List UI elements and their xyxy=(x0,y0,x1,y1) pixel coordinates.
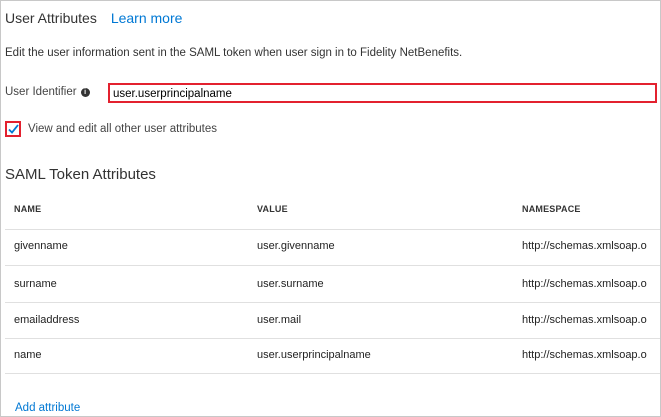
row-value: user.mail xyxy=(257,314,302,326)
row-name: name xyxy=(14,349,42,361)
add-attribute-link[interactable]: Add attribute xyxy=(15,402,80,414)
user-identifier-field[interactable] xyxy=(108,83,657,103)
checkmark-icon xyxy=(8,124,19,134)
section-title: User Attributes xyxy=(5,10,97,26)
description-text: Edit the user information sent in the SA… xyxy=(5,47,463,59)
row-name: emailaddress xyxy=(14,314,80,326)
learn-more-link[interactable]: Learn more xyxy=(111,10,183,26)
view-all-label: View and edit all other user attributes xyxy=(28,123,218,135)
row-name: surname xyxy=(14,278,57,290)
column-header-namespace: NAMESPACE xyxy=(522,204,581,214)
row-value: user.userprincipalname xyxy=(257,349,371,361)
row-name: givenname xyxy=(14,240,68,252)
user-attributes-panel: User Attributes Learn more Edit the user… xyxy=(0,0,661,417)
view-all-checkbox[interactable] xyxy=(5,121,21,137)
table-divider xyxy=(5,229,660,230)
row-namespace: http://schemas.xmlsoap.o xyxy=(522,240,647,252)
table-divider xyxy=(5,373,660,374)
row-namespace: http://schemas.xmlsoap.o xyxy=(522,278,647,290)
table-divider xyxy=(5,338,660,339)
header: User Attributes Learn more xyxy=(5,9,182,27)
row-value: user.surname xyxy=(257,278,324,290)
column-header-value: VALUE xyxy=(257,204,288,214)
table-divider xyxy=(5,265,660,266)
user-identifier-label: User Identifier i xyxy=(5,86,90,98)
user-identifier-input[interactable] xyxy=(113,87,653,100)
row-namespace: http://schemas.xmlsoap.o xyxy=(522,314,647,326)
saml-attributes-title: SAML Token Attributes xyxy=(5,166,156,183)
info-icon[interactable]: i xyxy=(80,87,90,97)
row-namespace: http://schemas.xmlsoap.o xyxy=(522,349,647,361)
user-identifier-label-text: User Identifier xyxy=(5,86,77,98)
column-header-name: NAME xyxy=(14,204,42,214)
table-divider xyxy=(5,302,660,303)
row-value: user.givenname xyxy=(257,240,335,252)
